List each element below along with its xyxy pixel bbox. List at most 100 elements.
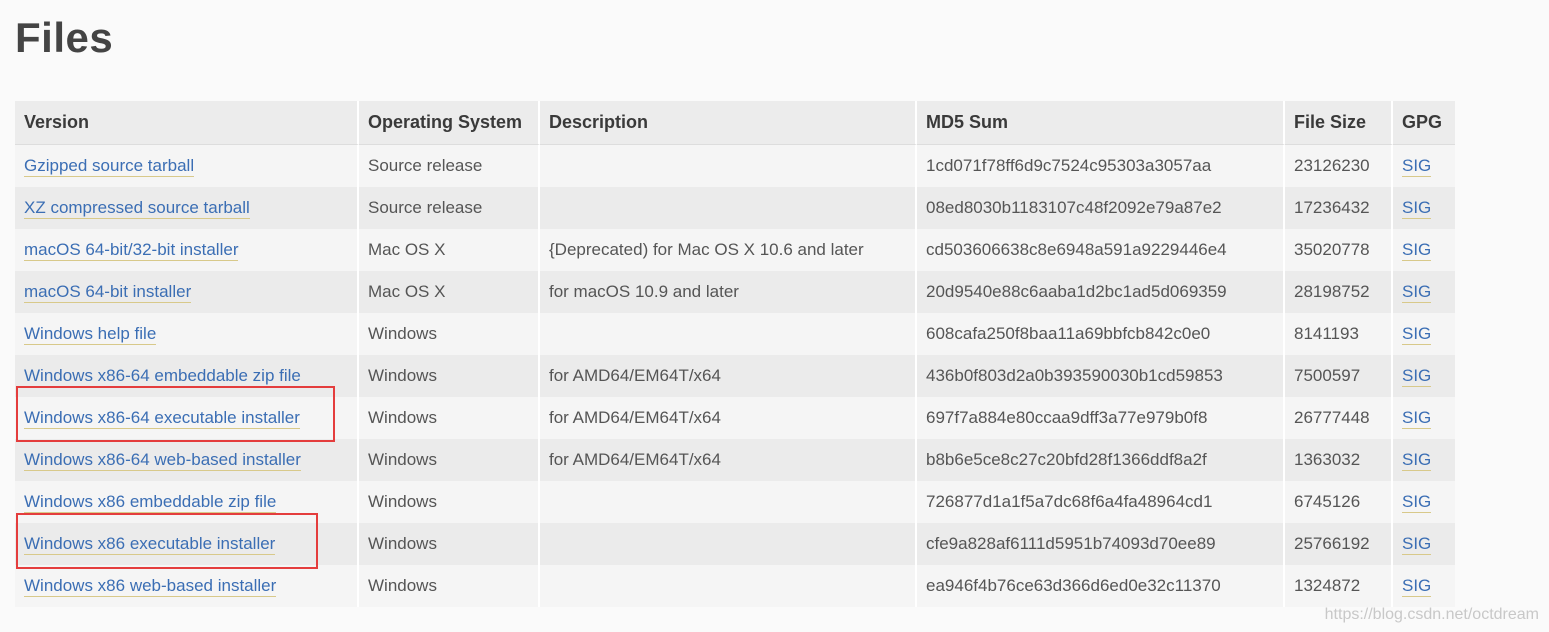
- description-cell: [540, 565, 917, 607]
- os-cell: Mac OS X: [359, 271, 540, 313]
- file-size-cell: 6745126: [1285, 481, 1393, 523]
- file-size-cell-text: 6745126: [1294, 492, 1361, 511]
- file-size-cell-text: 1324872: [1294, 576, 1361, 595]
- md5-cell: 436b0f803d2a0b393590030b1cd59853: [917, 355, 1285, 397]
- download-link[interactable]: macOS 64-bit/32-bit installer: [24, 240, 239, 261]
- header-version: Version: [15, 101, 359, 145]
- file-size-cell: 23126230: [1285, 145, 1393, 187]
- description-cell: for AMD64/EM64T/x64: [540, 397, 917, 439]
- file-size-cell-text: 7500597: [1294, 366, 1361, 385]
- header-file-size: File Size: [1285, 101, 1393, 145]
- file-size-cell: 35020778: [1285, 229, 1393, 271]
- sig-link[interactable]: SIG: [1402, 324, 1432, 345]
- os-cell: Windows: [359, 397, 540, 439]
- description-cell-text: {Deprecated) for Mac OS X 10.6 and later: [549, 240, 864, 259]
- file-size-cell: 1363032: [1285, 439, 1393, 481]
- md5-cell-text: 1cd071f78ff6d9c7524c95303a3057aa: [926, 156, 1212, 175]
- download-link[interactable]: Windows x86 embeddable zip file: [24, 492, 277, 513]
- sig-link[interactable]: SIG: [1402, 198, 1432, 219]
- version-cell: Windows help file: [15, 313, 359, 355]
- md5-cell: ea946f4b76ce63d366d6ed0e32c11370: [917, 565, 1285, 607]
- sig-link[interactable]: SIG: [1402, 534, 1432, 555]
- table-row: Windows x86 executable installer Windows c…: [15, 523, 1455, 565]
- file-size-cell-text: 26777448: [1294, 408, 1370, 427]
- md5-cell: 08ed8030b1183107c48f2092e79a87e2: [917, 187, 1285, 229]
- gpg-cell: SIG: [1393, 439, 1455, 481]
- md5-cell-text: 436b0f803d2a0b393590030b1cd59853: [926, 366, 1223, 385]
- file-size-cell: 1324872: [1285, 565, 1393, 607]
- os-cell-text: Windows: [368, 576, 437, 595]
- md5-cell-text: cfe9a828af6111d5951b74093d70ee89: [926, 534, 1216, 553]
- download-link[interactable]: Windows x86-64 embeddable zip file: [24, 366, 301, 387]
- os-cell-text: Windows: [368, 450, 437, 469]
- file-size-cell-text: 1363032: [1294, 450, 1361, 469]
- md5-cell-text: 697f7a884e80ccaa9dff3a77e979b0f8: [926, 408, 1208, 427]
- table-row: Windows x86 web-based installer Windows ea…: [15, 565, 1455, 607]
- md5-cell: 20d9540e88c6aaba1d2bc1ad5d069359: [917, 271, 1285, 313]
- table-row: Windows x86-64 web-based installer Window…: [15, 439, 1455, 481]
- files-table: Version Operating System Description MD5…: [15, 101, 1455, 607]
- gpg-cell: SIG: [1393, 481, 1455, 523]
- os-cell-text: Windows: [368, 408, 437, 427]
- sig-link[interactable]: SIG: [1402, 492, 1432, 513]
- table-row: Windows help file Windows 608cafa250f8baa1…: [15, 313, 1455, 355]
- sig-link[interactable]: SIG: [1402, 450, 1432, 471]
- os-cell-text: Source release: [368, 198, 483, 217]
- description-cell: [540, 481, 917, 523]
- gpg-cell: SIG: [1393, 523, 1455, 565]
- md5-cell-text: 20d9540e88c6aaba1d2bc1ad5d069359: [926, 282, 1227, 301]
- download-link[interactable]: Gzipped source tarball: [24, 156, 195, 177]
- os-cell-text: Windows: [368, 534, 437, 553]
- version-cell: XZ compressed source tarball: [15, 187, 359, 229]
- file-size-cell-text: 17236432: [1294, 198, 1370, 217]
- description-cell-text: for AMD64/EM64T/x64: [549, 366, 721, 385]
- description-cell: [540, 313, 917, 355]
- os-cell-text: Windows: [368, 492, 437, 511]
- sig-link[interactable]: SIG: [1402, 408, 1432, 429]
- download-link[interactable]: Windows help file: [24, 324, 157, 345]
- download-link[interactable]: macOS 64-bit installer: [24, 282, 192, 303]
- version-cell: Windows x86 embeddable zip file: [15, 481, 359, 523]
- sig-link[interactable]: SIG: [1402, 156, 1432, 177]
- gpg-cell: SIG: [1393, 313, 1455, 355]
- sig-link[interactable]: SIG: [1402, 576, 1432, 597]
- description-cell: for AMD64/EM64T/x64: [540, 439, 917, 481]
- os-cell: Source release: [359, 145, 540, 187]
- header-md5-sum: MD5 Sum: [917, 101, 1285, 145]
- os-cell: Source release: [359, 187, 540, 229]
- version-cell: Windows x86-64 web-based installer: [15, 439, 359, 481]
- download-link[interactable]: Windows x86-64 web-based installer: [24, 450, 301, 471]
- gpg-cell: SIG: [1393, 271, 1455, 313]
- description-cell-text: for AMD64/EM64T/x64: [549, 450, 721, 469]
- table-row: Windows x86 embeddable zip file Windows 72…: [15, 481, 1455, 523]
- description-cell: {Deprecated) for Mac OS X 10.6 and later: [540, 229, 917, 271]
- file-size-cell: 26777448: [1285, 397, 1393, 439]
- download-link[interactable]: Windows x86-64 executable installer: [24, 408, 300, 429]
- md5-cell: 697f7a884e80ccaa9dff3a77e979b0f8: [917, 397, 1285, 439]
- md5-cell: 726877d1a1f5a7dc68f6a4fa48964cd1: [917, 481, 1285, 523]
- page-title: Files: [15, 14, 114, 61]
- os-cell: Mac OS X: [359, 229, 540, 271]
- description-cell-text: for macOS 10.9 and later: [549, 282, 739, 301]
- md5-cell: 608cafa250f8baa11a69bbfcb842c0e0: [917, 313, 1285, 355]
- table-row: macOS 64-bit/32-bit installer Mac OS X {De…: [15, 229, 1455, 271]
- watermark: https://blog.csdn.net/octdream: [1324, 606, 1539, 623]
- os-cell-text: Mac OS X: [368, 282, 446, 301]
- description-cell: [540, 145, 917, 187]
- download-link[interactable]: Windows x86 executable installer: [24, 534, 276, 555]
- sig-link[interactable]: SIG: [1402, 366, 1432, 387]
- description-cell: [540, 523, 917, 565]
- os-cell-text: Mac OS X: [368, 240, 446, 259]
- description-cell-text: for AMD64/EM64T/x64: [549, 408, 721, 427]
- os-cell: Windows: [359, 355, 540, 397]
- download-link[interactable]: XZ compressed source tarball: [24, 198, 250, 219]
- md5-cell: cd503606638c8e6948a591a9229446e4: [917, 229, 1285, 271]
- table-row: macOS 64-bit installer Mac OS X for macOS …: [15, 271, 1455, 313]
- file-size-cell: 7500597: [1285, 355, 1393, 397]
- download-link[interactable]: Windows x86 web-based installer: [24, 576, 277, 597]
- sig-link[interactable]: SIG: [1402, 282, 1432, 303]
- os-cell: Windows: [359, 481, 540, 523]
- md5-cell: cfe9a828af6111d5951b74093d70ee89: [917, 523, 1285, 565]
- sig-link[interactable]: SIG: [1402, 240, 1432, 261]
- file-size-cell-text: 8141193: [1294, 324, 1359, 343]
